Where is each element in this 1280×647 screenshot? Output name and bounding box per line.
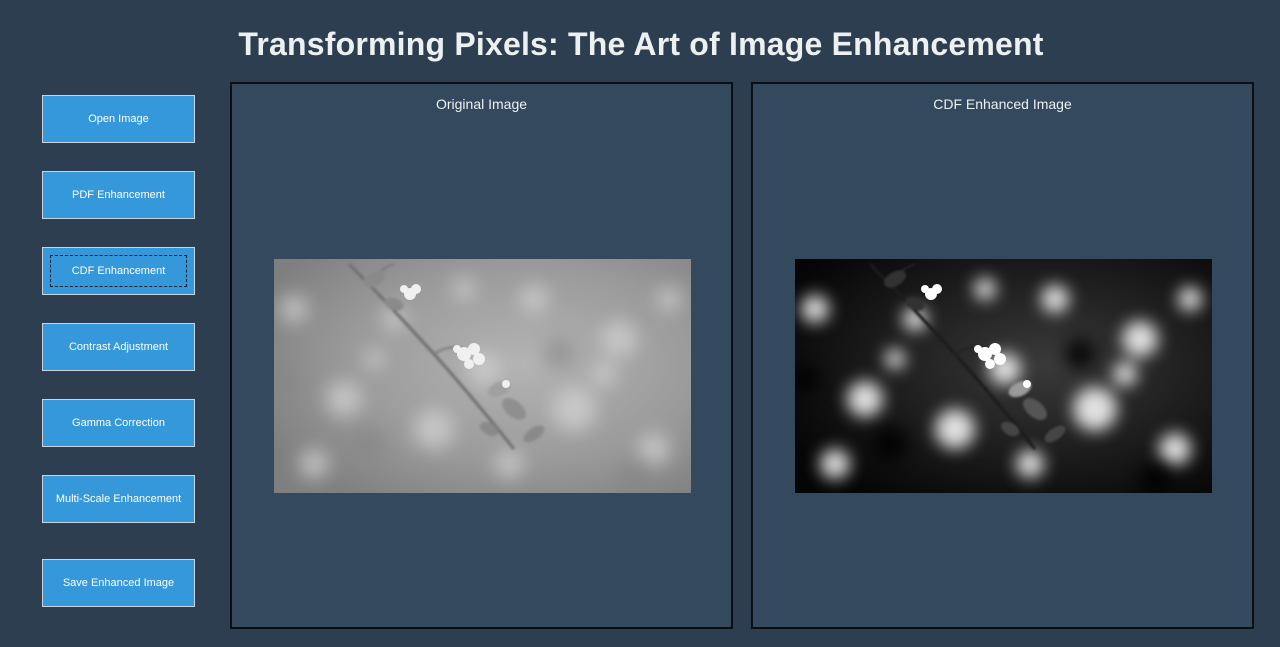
original-image xyxy=(274,259,691,493)
cdf-enhancement-button[interactable]: CDF Enhancement xyxy=(42,247,195,295)
app-title: Transforming Pixels: The Art of Image En… xyxy=(0,26,1280,63)
pdf-enhancement-button[interactable]: PDF Enhancement xyxy=(42,171,195,219)
multi-scale-enhancement-button[interactable]: Multi-Scale Enhancement xyxy=(42,475,195,523)
open-image-button[interactable]: Open Image xyxy=(42,95,195,143)
original-image-title: Original Image xyxy=(435,96,528,112)
enhanced-image xyxy=(795,259,1212,493)
original-image-panel: Original Image xyxy=(230,82,733,629)
contrast-adjustment-button[interactable]: Contrast Adjustment xyxy=(42,323,195,371)
save-enhanced-image-button[interactable]: Save Enhanced Image xyxy=(42,559,195,607)
enhanced-image-title: CDF Enhanced Image xyxy=(933,96,1072,112)
enhanced-image-panel: CDF Enhanced Image xyxy=(751,82,1254,629)
app-window: Transforming Pixels: The Art of Image En… xyxy=(0,0,1280,647)
gamma-correction-button[interactable]: Gamma Correction xyxy=(42,399,195,447)
app-title-text: Transforming Pixels: The Art of Image En… xyxy=(238,26,1044,62)
